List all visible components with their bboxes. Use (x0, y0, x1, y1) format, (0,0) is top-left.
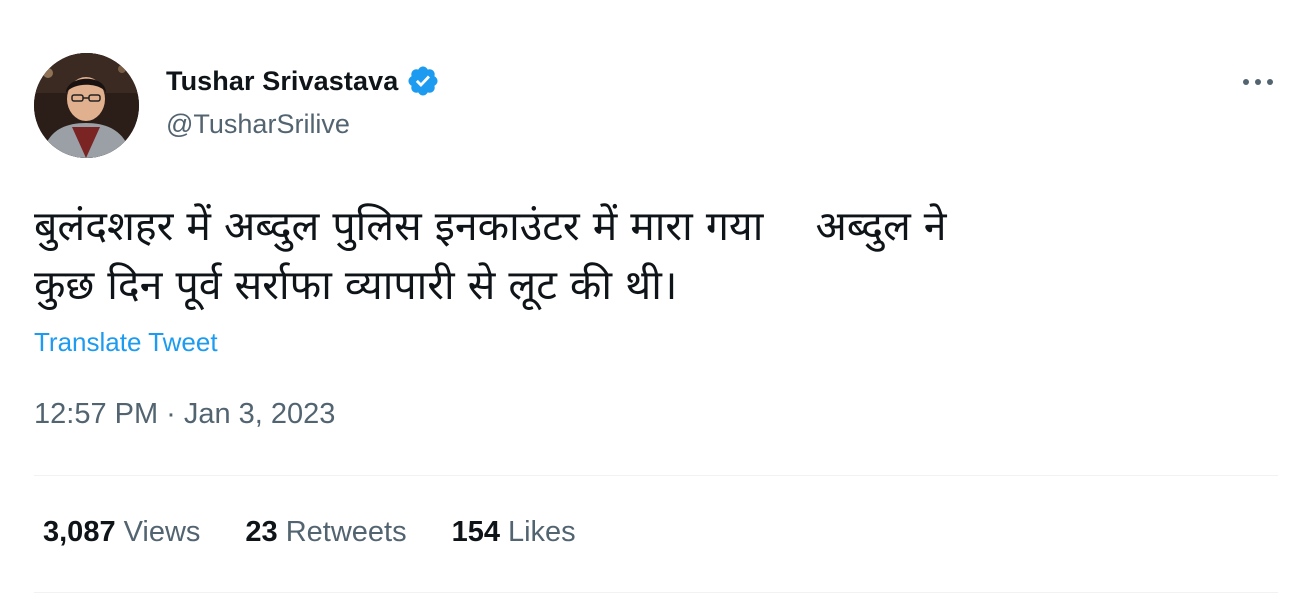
tweet-card: Tushar Srivastava @TusharSrilive बुलंदशह… (0, 0, 1311, 596)
timestamp-separator: · (166, 398, 176, 430)
likes-stat[interactable]: 154 Likes (452, 516, 576, 549)
translate-tweet-link[interactable]: Translate Tweet (34, 327, 218, 358)
tweet-text: बुलंदशहर में अब्दुल पुलिस इनकाउंटर में म… (34, 202, 947, 309)
avatar[interactable] (34, 53, 139, 158)
retweets-count: 23 (245, 516, 278, 548)
author-handle[interactable]: @TusharSrilive (166, 109, 350, 140)
views-stat[interactable]: 3,087 Views (43, 516, 200, 549)
verified-badge-icon (408, 66, 438, 96)
tweet-date[interactable]: Jan 3, 2023 (184, 398, 336, 431)
author-name[interactable]: Tushar Srivastava (166, 66, 398, 97)
tweet-timestamp: 12:57 PM · Jan 3, 2023 (34, 398, 335, 431)
retweets-label: Retweets (285, 516, 407, 548)
tweet-time[interactable]: 12:57 PM (34, 398, 158, 431)
views-count: 3,087 (43, 516, 116, 548)
author-row: Tushar Srivastava (166, 62, 440, 100)
retweets-stat[interactable]: 23 Retweets (245, 516, 406, 549)
divider (34, 592, 1278, 593)
likes-label: Likes (507, 516, 576, 548)
avatar-image (34, 53, 139, 158)
tweet-stats: 3,087 Views 23 Retweets 154 Likes (43, 516, 621, 549)
more-button[interactable] (1238, 62, 1278, 102)
more-horizontal-icon (1243, 79, 1273, 85)
views-label: Views (123, 516, 201, 548)
divider (34, 475, 1278, 476)
likes-count: 154 (451, 516, 500, 548)
